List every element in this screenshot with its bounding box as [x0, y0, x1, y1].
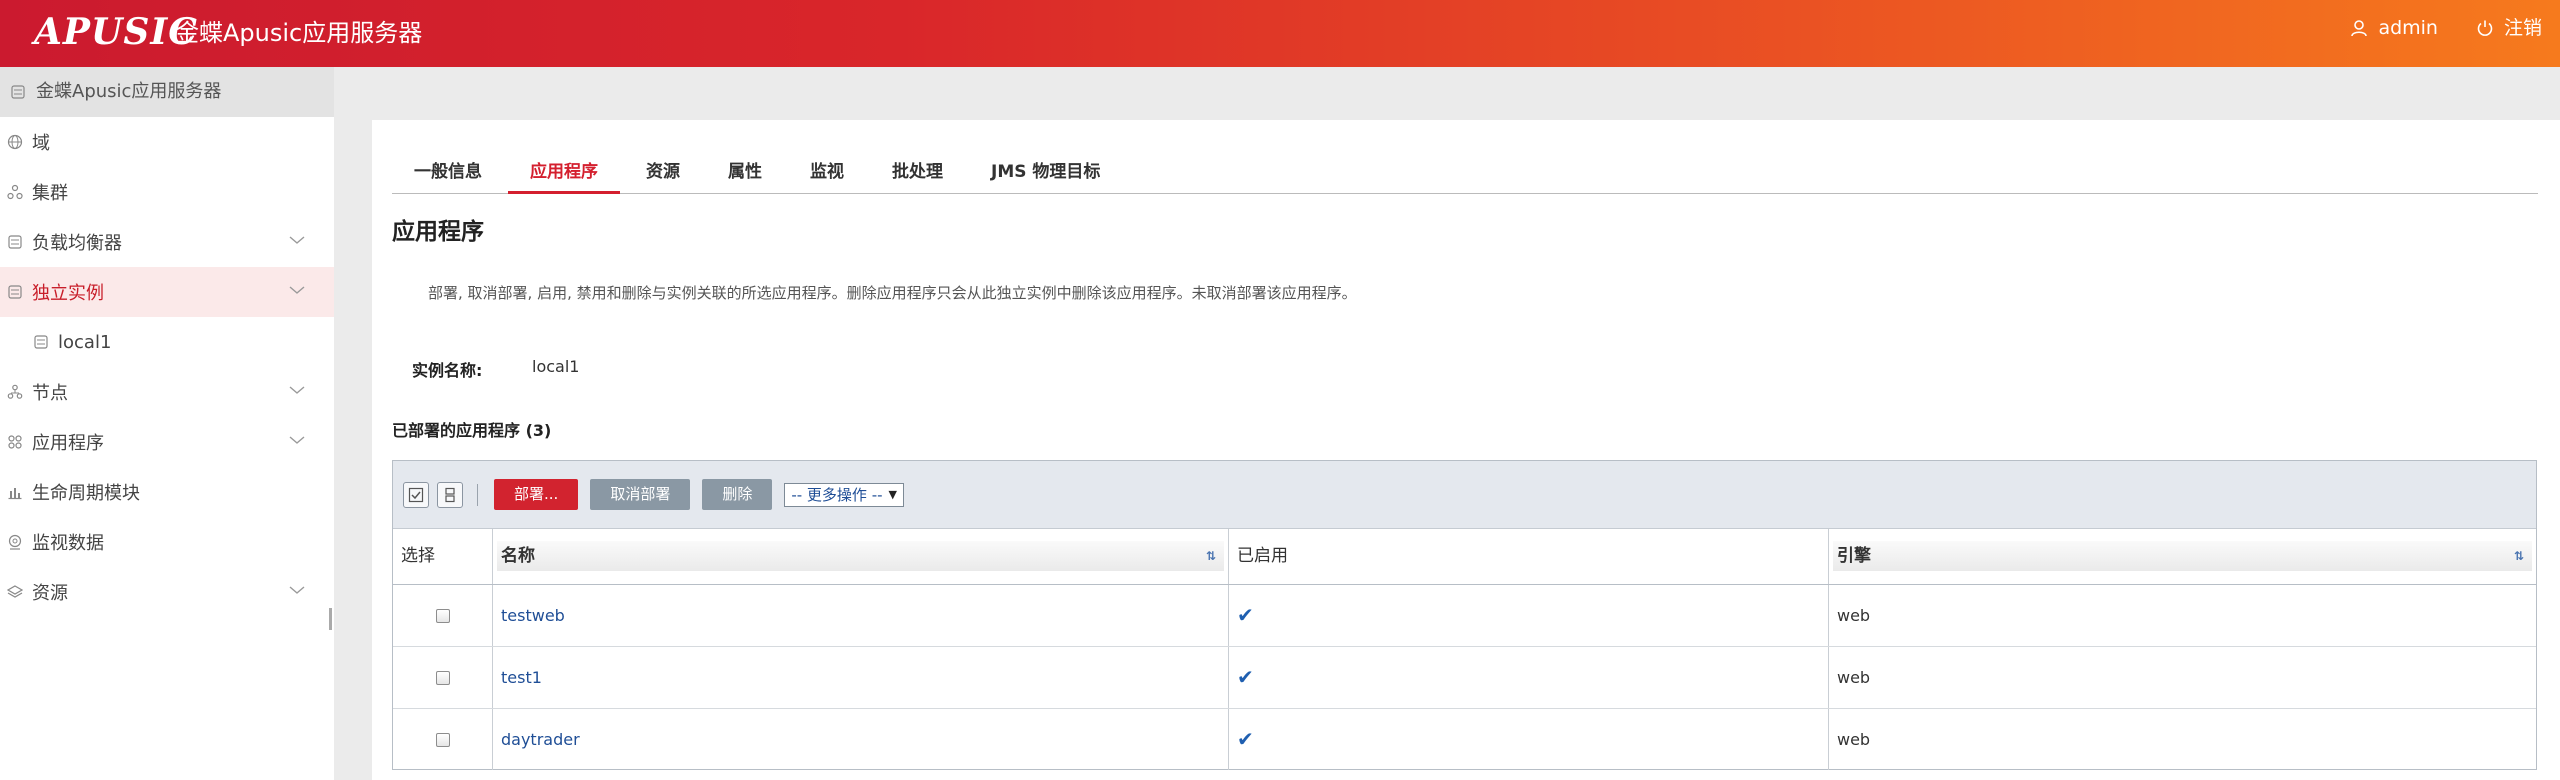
tab-resources[interactable]: 资源: [624, 153, 702, 191]
bar-chart-icon: [6, 483, 24, 501]
deselect-all-button[interactable]: [437, 481, 463, 508]
power-icon: [2477, 20, 2493, 36]
sidebar-item-label: 集群: [32, 183, 68, 204]
tab-monitoring[interactable]: 监视: [788, 153, 866, 191]
sidebar-item-applications[interactable]: 应用程序: [0, 417, 334, 467]
layers-icon: [6, 583, 24, 601]
enabled-check-icon: ✔: [1237, 603, 1254, 627]
sidebar-item-lifecycle-modules[interactable]: 生命周期模块: [0, 467, 334, 517]
product-name: 金蝶Apusic应用服务器: [175, 19, 423, 47]
sidebar-item-label: 节点: [32, 383, 68, 404]
user-area: admin 注销: [2312, 13, 2542, 43]
dropdown-caret-icon: ▼: [888, 487, 897, 501]
app-name-link[interactable]: testweb: [501, 606, 565, 625]
user-menu[interactable]: admin: [2350, 13, 2438, 43]
tab-general-info[interactable]: 一般信息: [392, 153, 504, 191]
server-icon: [6, 283, 24, 301]
table-row: daytrader ✔ web: [393, 709, 2536, 770]
tab-jms-physical-destinations[interactable]: JMS 物理目标: [969, 153, 1122, 191]
sidebar-item-label: 资源: [32, 583, 68, 604]
row-checkbox[interactable]: [435, 608, 450, 623]
sidebar-item-nodes[interactable]: 节点: [0, 367, 334, 417]
row-checkbox[interactable]: [435, 732, 450, 747]
table-toolbar: 部署... 取消部署 删除 -- 更多操作 -- ▼: [393, 461, 2536, 529]
sidebar-item-label: 监视数据: [32, 533, 104, 554]
sidebar: 金蝶Apusic应用服务器 域 集群 负载均衡器 独立实例 local1 节点 …: [0, 67, 334, 780]
sidebar-item-label: local1: [58, 331, 112, 353]
engine-cell: web: [1837, 730, 1871, 749]
server-icon: [6, 233, 24, 251]
sidebar-title: 金蝶Apusic应用服务器: [36, 81, 222, 102]
top-header: APUSIC 金蝶Apusic应用服务器 admin 注销: [0, 0, 2560, 67]
sidebar-item-label: 域: [32, 133, 50, 154]
sidebar-item-label: 负载均衡器: [32, 233, 122, 254]
sort-icon[interactable]: ⇅: [1206, 529, 1216, 584]
sidebar-item-load-balancer[interactable]: 负载均衡器: [0, 217, 334, 267]
sidebar-resize-handle[interactable]: [329, 608, 332, 630]
monitor-icon: [6, 533, 24, 551]
tab-applications[interactable]: 应用程序: [508, 153, 620, 194]
column-header-engine[interactable]: 引擎 ⇅: [1829, 529, 2536, 584]
table-header: 选择 名称 ⇅ 已启用 引擎 ⇅: [393, 529, 2536, 585]
select-all-icon: [408, 487, 424, 502]
deselect-all-icon: [445, 487, 455, 502]
tab-batch[interactable]: 批处理: [870, 153, 965, 191]
content-panel: 一般信息 应用程序 资源 属性 监视 批处理 JMS 物理目标 应用程序 部署,…: [372, 120, 2560, 780]
apusic-logo: APUSIC: [34, 11, 198, 53]
instance-name-label: 实例名称:: [412, 361, 483, 380]
server-icon: [10, 83, 28, 101]
cluster-icon: [6, 183, 24, 201]
logout-label: 注销: [2503, 17, 2542, 39]
table-caption: 已部署的应用程序 (3): [392, 421, 552, 440]
chevron-down-icon[interactable]: [288, 284, 306, 296]
column-header-select: 选择: [393, 529, 493, 584]
page-title: 应用程序: [392, 219, 484, 245]
sidebar-item-domain[interactable]: 域: [0, 117, 334, 167]
node-icon: [6, 383, 24, 401]
deployed-applications-table: 部署... 取消部署 删除 -- 更多操作 -- ▼ 选择 名称 ⇅ 已启用 引: [392, 460, 2537, 770]
sort-icon[interactable]: ⇅: [2514, 529, 2524, 584]
enabled-check-icon: ✔: [1237, 665, 1254, 689]
more-actions-dropdown[interactable]: -- 更多操作 -- ▼: [784, 482, 904, 507]
sidebar-item-resources[interactable]: 资源: [0, 567, 334, 617]
server-icon: [32, 333, 50, 351]
table-row: testweb ✔ web: [393, 585, 2536, 647]
user-name: admin: [2378, 17, 2438, 39]
tab-properties[interactable]: 属性: [706, 153, 784, 191]
sidebar-item-label: 生命周期模块: [32, 483, 140, 504]
page-description: 部署, 取消部署, 启用, 禁用和删除与实例关联的所选应用程序。删除应用程序只会…: [428, 284, 1357, 302]
sidebar-item-label: 独立实例: [32, 283, 104, 304]
toolbar-separator: [477, 483, 478, 506]
tab-bar: 一般信息 应用程序 资源 属性 监视 批处理 JMS 物理目标: [392, 153, 2538, 194]
sidebar-root-item[interactable]: 金蝶Apusic应用服务器: [0, 67, 334, 117]
apps-icon: [6, 433, 24, 451]
chevron-down-icon[interactable]: [288, 584, 306, 596]
chevron-down-icon[interactable]: [288, 384, 306, 396]
chevron-down-icon[interactable]: [288, 434, 306, 446]
engine-cell: web: [1837, 606, 1871, 625]
sidebar-item-standalone-instances[interactable]: 独立实例: [0, 267, 334, 317]
table-row: test1 ✔ web: [393, 647, 2536, 709]
sidebar-item-cluster[interactable]: 集群: [0, 167, 334, 217]
more-actions-label: -- 更多操作 --: [791, 485, 883, 504]
deploy-button[interactable]: 部署...: [494, 479, 579, 510]
logout-button[interactable]: 注销: [2476, 13, 2542, 43]
app-name-link[interactable]: test1: [501, 668, 542, 687]
chevron-down-icon[interactable]: [288, 234, 306, 246]
globe-icon: [6, 133, 24, 151]
engine-cell: web: [1837, 668, 1871, 687]
column-header-name[interactable]: 名称 ⇅: [493, 529, 1229, 584]
enabled-check-icon: ✔: [1237, 727, 1254, 751]
app-name-link[interactable]: daytrader: [501, 730, 580, 749]
sidebar-item-local1[interactable]: local1: [0, 317, 334, 367]
select-all-button[interactable]: [403, 481, 429, 508]
row-checkbox[interactable]: [435, 670, 450, 685]
column-header-enabled: 已启用: [1229, 529, 1829, 584]
sidebar-item-monitoring-data[interactable]: 监视数据: [0, 517, 334, 567]
instance-name-value: local1: [532, 357, 580, 376]
user-icon: [2351, 20, 2368, 37]
delete-button[interactable]: 删除: [702, 479, 773, 510]
undeploy-button[interactable]: 取消部署: [590, 479, 691, 510]
sidebar-item-label: 应用程序: [32, 433, 104, 454]
